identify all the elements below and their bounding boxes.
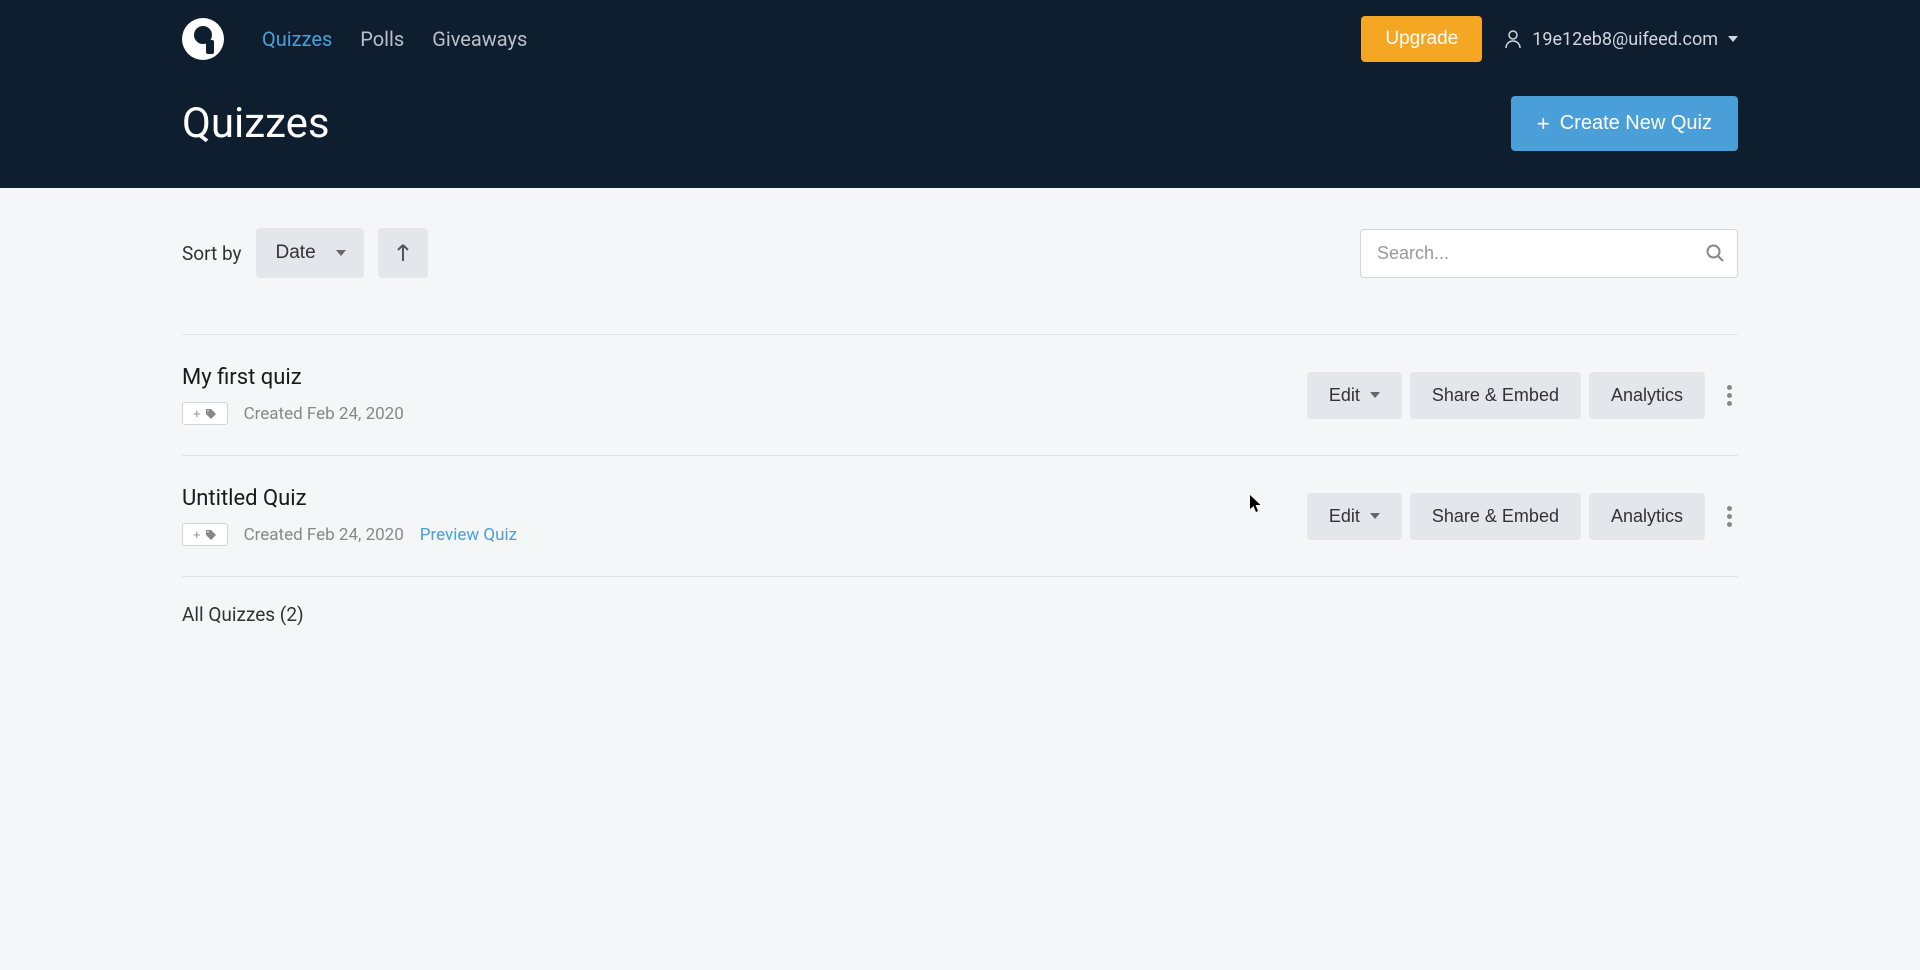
page-title: Quizzes	[182, 99, 330, 148]
edit-label: Edit	[1329, 385, 1360, 406]
chevron-down-icon	[1370, 513, 1380, 519]
logo-icon[interactable]	[182, 18, 224, 60]
quiz-title[interactable]: My first quiz	[182, 365, 404, 390]
edit-label: Edit	[1329, 506, 1360, 527]
quiz-row: My first quiz + Created Feb 24, 2020 Edi…	[182, 334, 1738, 455]
arrow-up-icon	[396, 244, 410, 262]
edit-button[interactable]: Edit	[1307, 493, 1402, 540]
search-input[interactable]	[1360, 229, 1738, 278]
search-icon	[1706, 244, 1724, 262]
quiz-date: Created Feb 24, 2020	[244, 404, 404, 424]
quiz-meta: + Created Feb 24, 2020	[182, 402, 404, 425]
tag-icon	[205, 408, 217, 420]
more-options-button[interactable]	[1721, 498, 1738, 535]
dot-icon	[1727, 514, 1732, 519]
upgrade-button[interactable]: Upgrade	[1361, 16, 1482, 62]
sort-label: Sort by	[182, 242, 242, 265]
analytics-button[interactable]: Analytics	[1589, 493, 1705, 540]
toolbar: Sort by Date	[182, 228, 1738, 278]
page-header: Quizzes + Create New Quiz	[182, 78, 1738, 151]
sort-dropdown[interactable]: Date	[256, 228, 364, 278]
sort-direction-button[interactable]	[378, 228, 428, 278]
quiz-row: Untitled Quiz + Created Feb 24, 2020 Pre…	[182, 455, 1738, 576]
quiz-count: All Quizzes (2)	[182, 603, 304, 626]
share-embed-button[interactable]: Share & Embed	[1410, 493, 1581, 540]
content: Sort by Date My first quiz +	[0, 188, 1920, 666]
add-tag-button[interactable]: +	[182, 523, 228, 546]
dot-icon	[1727, 393, 1732, 398]
nav-quizzes[interactable]: Quizzes	[262, 27, 332, 51]
preview-quiz-link[interactable]: Preview Quiz	[420, 525, 517, 545]
edit-button[interactable]: Edit	[1307, 372, 1402, 419]
share-embed-button[interactable]: Share & Embed	[1410, 372, 1581, 419]
tag-icon	[205, 529, 217, 541]
create-btn-label: Create New Quiz	[1560, 112, 1712, 135]
user-menu[interactable]: 19e12eb8@uifeed.com	[1504, 29, 1738, 50]
plus-text: +	[193, 406, 201, 421]
chevron-down-icon	[1728, 36, 1738, 42]
sort-group: Sort by Date	[182, 228, 428, 278]
user-email: 19e12eb8@uifeed.com	[1532, 29, 1718, 50]
dot-icon	[1727, 522, 1732, 527]
analytics-button[interactable]: Analytics	[1589, 372, 1705, 419]
quiz-title[interactable]: Untitled Quiz	[182, 486, 517, 511]
quiz-actions: Edit Share & Embed Analytics	[1307, 493, 1738, 540]
chevron-down-icon	[1370, 392, 1380, 398]
user-icon	[1504, 29, 1522, 49]
quiz-meta: + Created Feb 24, 2020 Preview Quiz	[182, 523, 517, 546]
dot-icon	[1727, 401, 1732, 406]
nav-giveaways[interactable]: Giveaways	[432, 27, 527, 51]
more-options-button[interactable]	[1721, 377, 1738, 414]
plus-text: +	[193, 527, 201, 542]
list-footer: All Quizzes (2)	[182, 576, 1738, 626]
plus-icon: +	[1537, 113, 1550, 135]
nav-bar: Quizzes Polls Giveaways Upgrade 19e12eb8…	[182, 0, 1738, 78]
nav-polls[interactable]: Polls	[360, 27, 404, 51]
nav-right: Upgrade 19e12eb8@uifeed.com	[1361, 16, 1738, 62]
quiz-info: Untitled Quiz + Created Feb 24, 2020 Pre…	[182, 486, 517, 546]
quiz-actions: Edit Share & Embed Analytics	[1307, 372, 1738, 419]
search-box	[1360, 229, 1738, 278]
quiz-info: My first quiz + Created Feb 24, 2020	[182, 365, 404, 425]
create-new-quiz-button[interactable]: + Create New Quiz	[1511, 96, 1738, 151]
dot-icon	[1727, 506, 1732, 511]
header-dark: Quizzes Polls Giveaways Upgrade 19e12eb8…	[0, 0, 1920, 188]
nav-left: Quizzes Polls Giveaways	[182, 18, 527, 60]
add-tag-button[interactable]: +	[182, 402, 228, 425]
dot-icon	[1727, 385, 1732, 390]
quiz-date: Created Feb 24, 2020	[244, 525, 404, 545]
